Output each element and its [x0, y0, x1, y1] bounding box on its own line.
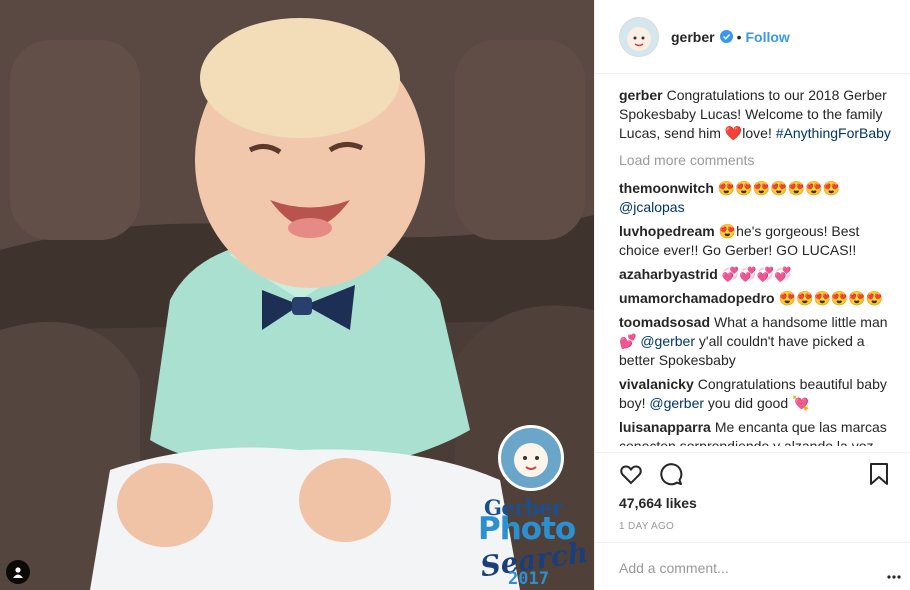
- follow-button[interactable]: Follow: [745, 29, 789, 45]
- caption-emoji: ❤️‍: [724, 125, 743, 141]
- verified-badge-icon: [719, 30, 733, 43]
- separator-dot: •: [736, 28, 742, 45]
- gerber-baby-logo: [498, 425, 564, 491]
- comment-username[interactable]: luisanapparra: [619, 419, 711, 435]
- badge-year: 2017: [508, 569, 549, 589]
- comment-username[interactable]: themoonwitch: [619, 180, 714, 196]
- comment-input[interactable]: [619, 558, 859, 578]
- comment-item: vivalanicky Congratulations beautiful bab…: [619, 375, 891, 413]
- comment-item: luvhopedream 😍he's gorgeous! Best choice …: [619, 222, 891, 260]
- comment-text: 😍😍😍😍😍😍😍: [717, 180, 840, 196]
- comment-bubble-icon[interactable]: [659, 462, 683, 486]
- comment-item: luisanapparra Me encanta que las marcas c…: [619, 418, 891, 446]
- bookmark-icon[interactable]: [867, 462, 891, 486]
- divider: [595, 452, 910, 453]
- comment-username[interactable]: vivalanicky: [619, 376, 694, 392]
- caption-hashtag[interactable]: #AnythingForBaby: [776, 125, 891, 141]
- comment-text: 😍😍😍😍😍😍: [778, 290, 884, 306]
- comment-item: themoonwitch 😍😍😍😍😍😍😍 @jcalopas: [619, 179, 891, 217]
- post-header: gerber • Follow: [595, 0, 910, 74]
- comment-username[interactable]: luvhopedream: [619, 223, 715, 239]
- comment-text-continued: you did good 💘: [704, 395, 810, 411]
- post-photo[interactable]: Gerber Photo Search 2017: [0, 0, 594, 590]
- caption-username[interactable]: gerber: [619, 87, 663, 103]
- comment-text: 💞💞💞💞: [721, 266, 792, 282]
- load-more-comments-button[interactable]: Load more comments: [619, 151, 891, 170]
- post-timestamp: 1 DAY AGO: [619, 521, 675, 532]
- comment-username[interactable]: azaharbyastrid: [619, 266, 718, 282]
- comment-mention[interactable]: @gerber: [649, 395, 704, 411]
- comment-mention[interactable]: @gerber: [640, 333, 695, 349]
- likes-count[interactable]: 47,664 likes: [619, 495, 697, 511]
- comment-item: umamorchamadopedro 😍😍😍😍😍😍: [619, 289, 891, 308]
- avatar[interactable]: [619, 16, 659, 57]
- action-bar: [619, 462, 891, 486]
- comments-list: gerber Congratulations to our 2018 Gerber…: [619, 86, 891, 446]
- post-details-panel: gerber • Follow gerber Congratulations to…: [594, 0, 910, 590]
- caption-text-after: love!: [742, 125, 776, 141]
- divider: [595, 542, 910, 543]
- heart-icon[interactable]: [619, 462, 643, 486]
- header-username[interactable]: gerber: [671, 29, 715, 45]
- gerber-photo-search-badge: Gerber Photo Search 2017: [476, 425, 592, 590]
- comment-item: toomadsosad What a handsome little man 💕 …: [619, 313, 891, 370]
- comment-username[interactable]: toomadsosad: [619, 314, 710, 330]
- comment-item: azaharbyastrid 💞💞💞💞: [619, 265, 891, 284]
- more-options-icon[interactable]: [887, 566, 901, 579]
- comment-mention[interactable]: @jcalopas: [619, 199, 685, 215]
- user-tag-icon[interactable]: [6, 560, 30, 584]
- caption: gerber Congratulations to our 2018 Gerber…: [619, 86, 891, 143]
- instagram-post: Gerber Photo Search 2017 gerber • Follow…: [0, 0, 910, 590]
- comment-username[interactable]: umamorchamadopedro: [619, 290, 775, 306]
